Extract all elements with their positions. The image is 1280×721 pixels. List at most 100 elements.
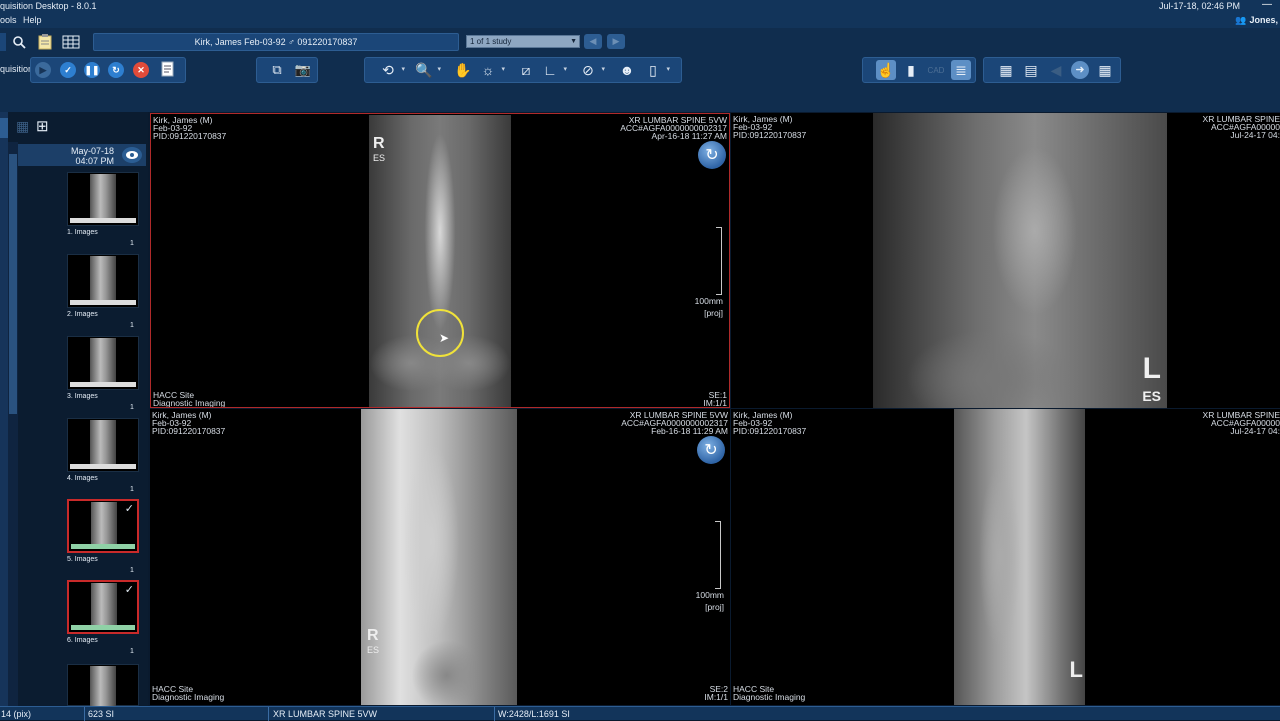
orientation-marker-sub: ES <box>1142 388 1161 404</box>
series-count-1: 1 <box>130 240 134 247</box>
xray-image[interactable]: R ES <box>361 409 517 705</box>
scale-ruler <box>716 227 722 295</box>
menu-bar: ools Help 👥 Jones, <box>0 14 1280 28</box>
zoom-tool[interactable]: 🔍 <box>414 60 441 80</box>
ruler-tool[interactable]: ▯ <box>643 60 670 80</box>
exam-datetime: Jul-24-17 04: <box>1230 426 1280 436</box>
repeat-button[interactable]: ↻ <box>108 62 124 78</box>
series-thumbnail-4[interactable] <box>67 418 139 472</box>
series-thumbnail-2[interactable] <box>67 254 139 308</box>
stack-button[interactable]: ≣ <box>951 60 971 80</box>
forward-button[interactable]: ➜ <box>1070 60 1090 80</box>
series-panel: ▦ ⊞ May-07-18 04:07 PM 1. Images 1 2. Ima… <box>0 112 148 706</box>
layout-grid-small-icon[interactable]: ▦ <box>16 118 29 135</box>
viewport-4[interactable]: L Kirk, James (M) Feb-03-92 PID:09122017… <box>731 409 1280 705</box>
series-thumbnail-1[interactable] <box>67 172 139 226</box>
clipboard-icon <box>38 34 52 50</box>
link-icon: ⊘ <box>582 61 594 78</box>
search-button[interactable] <box>10 33 28 51</box>
projection-label: [proj] <box>705 602 724 612</box>
sync-button[interactable]: ↻ <box>698 141 726 169</box>
series-count-5: 1 <box>130 567 134 574</box>
check-icon: ✓ <box>124 503 134 515</box>
user-name[interactable]: 👥 Jones, <box>1235 15 1278 26</box>
check-icon: ✓ <box>124 584 134 596</box>
status-bar: 14 (pix) 623 SI XR LUMBAR SPINE 5VW W:24… <box>0 706 1280 721</box>
rotate-tool[interactable]: ⟲ <box>378 60 405 80</box>
accept-button[interactable]: ✓ <box>60 62 76 78</box>
menu-help[interactable]: Help <box>23 15 42 25</box>
document-icon <box>161 61 174 77</box>
window-level-tool[interactable]: ☼ <box>478 60 505 80</box>
minimize-button[interactable]: — <box>1260 0 1274 12</box>
hand-icon: ✋ <box>454 61 472 78</box>
annotate-tool[interactable]: ⊘ <box>578 60 605 80</box>
cad-button[interactable]: CAD <box>926 60 946 80</box>
grid-layout-button[interactable]: ▦ <box>1095 60 1115 80</box>
copy-image-button[interactable]: ⧉ <box>268 61 286 79</box>
sync-button[interactable]: ↻ <box>697 436 725 464</box>
xray-image[interactable]: L ES <box>873 113 1167 408</box>
stack-icon: ≣ <box>955 61 967 78</box>
patient-id: PID:091220170837 <box>153 131 227 141</box>
series-thumbnail-3[interactable] <box>67 336 139 390</box>
eye-icon[interactable] <box>122 147 142 163</box>
image-number: IM:1/1 <box>703 398 727 408</box>
window-title: quisition Desktop - 8.0.1 <box>0 1 97 11</box>
study-select-value: 1 of 1 study <box>470 37 512 46</box>
viewport-3[interactable]: R ES Kirk, James (M) Feb-03-92 PID:09122… <box>150 409 730 705</box>
status-exam: XR LUMBAR SPINE 5VW <box>273 709 378 719</box>
layout-1-button[interactable]: ▦ <box>996 60 1016 80</box>
pause-icon: ❚❚ <box>84 64 100 75</box>
pan-tool[interactable]: ✋ <box>453 60 473 80</box>
series-count-3: 1 <box>130 404 134 411</box>
play-button[interactable]: ▶ <box>35 62 51 78</box>
panel-icon: ▮ <box>907 61 915 78</box>
viewport-1[interactable]: R ES ➤ Kirk, James (M) Feb-03-92 PID:091… <box>150 113 730 408</box>
check-icon: ✓ <box>64 64 72 75</box>
arrow-right-icon: ▶ <box>612 36 620 46</box>
worklist-button[interactable] <box>36 33 54 51</box>
crop-tool[interactable]: ⧄ <box>516 60 536 80</box>
prev-study-button[interactable]: ◀ <box>584 34 602 49</box>
screenshot-button[interactable]: 📷 <box>294 61 312 79</box>
orientation-marker: L <box>1142 352 1161 385</box>
layout-2-button[interactable]: ▤ <box>1021 60 1041 80</box>
acquisition-label: quisition <box>0 64 34 74</box>
current-datetime: Jul-17-18, 02:46 PM <box>1158 1 1240 11</box>
panel-toggle-button[interactable]: ▮ <box>901 60 921 80</box>
patient-id: PID:091220170837 <box>733 130 807 140</box>
series-thumbnail-6[interactable]: ✓ <box>67 580 139 634</box>
back-button[interactable]: ◀ <box>1046 60 1066 80</box>
layout-grid-button[interactable] <box>60 33 82 51</box>
series-thumbnail-5[interactable]: ✓ <box>67 499 139 553</box>
pause-button[interactable]: ❚❚ <box>84 62 100 78</box>
anatomy-tool[interactable]: ☻ <box>617 60 637 80</box>
study-header[interactable]: May-07-18 04:07 PM <box>18 144 146 166</box>
layout-compare-icon: ▤ <box>1024 61 1038 78</box>
scrollbar-thumb[interactable] <box>9 154 17 414</box>
stop-icon: ✕ <box>137 64 145 75</box>
orientation-marker-sub: ES <box>373 153 386 163</box>
report-button[interactable] <box>159 60 177 78</box>
thumbnail-scrollbar[interactable] <box>8 142 18 706</box>
status-si: 623 SI <box>88 709 115 719</box>
study-select[interactable]: 1 of 1 study ▼ <box>466 35 580 48</box>
measure-tool[interactable]: ∟ <box>540 60 567 80</box>
orientation-marker: R <box>367 627 379 644</box>
stop-button[interactable]: ✕ <box>133 62 149 78</box>
panel-tab[interactable] <box>0 118 8 138</box>
series-label-5: 5. Images <box>67 556 98 563</box>
refresh-icon: ↻ <box>704 442 718 459</box>
user-icon: 👥 <box>1235 15 1247 25</box>
viewport-2[interactable]: L ES Kirk, James (M) Feb-03-92 PID:09122… <box>731 113 1280 408</box>
hand-select-button[interactable]: ☝ <box>876 60 896 80</box>
xray-image[interactable]: L <box>954 409 1085 705</box>
series-thumbnail-7[interactable] <box>67 664 139 706</box>
menu-tools[interactable]: ools <box>0 15 17 25</box>
xray-image[interactable]: R ES <box>369 115 511 407</box>
study-date: May-07-18 04:07 PM <box>70 146 114 166</box>
series-count-6: 1 <box>130 648 134 655</box>
next-study-button[interactable]: ▶ <box>607 34 625 49</box>
layout-add-icon[interactable]: ⊞ <box>36 117 49 135</box>
